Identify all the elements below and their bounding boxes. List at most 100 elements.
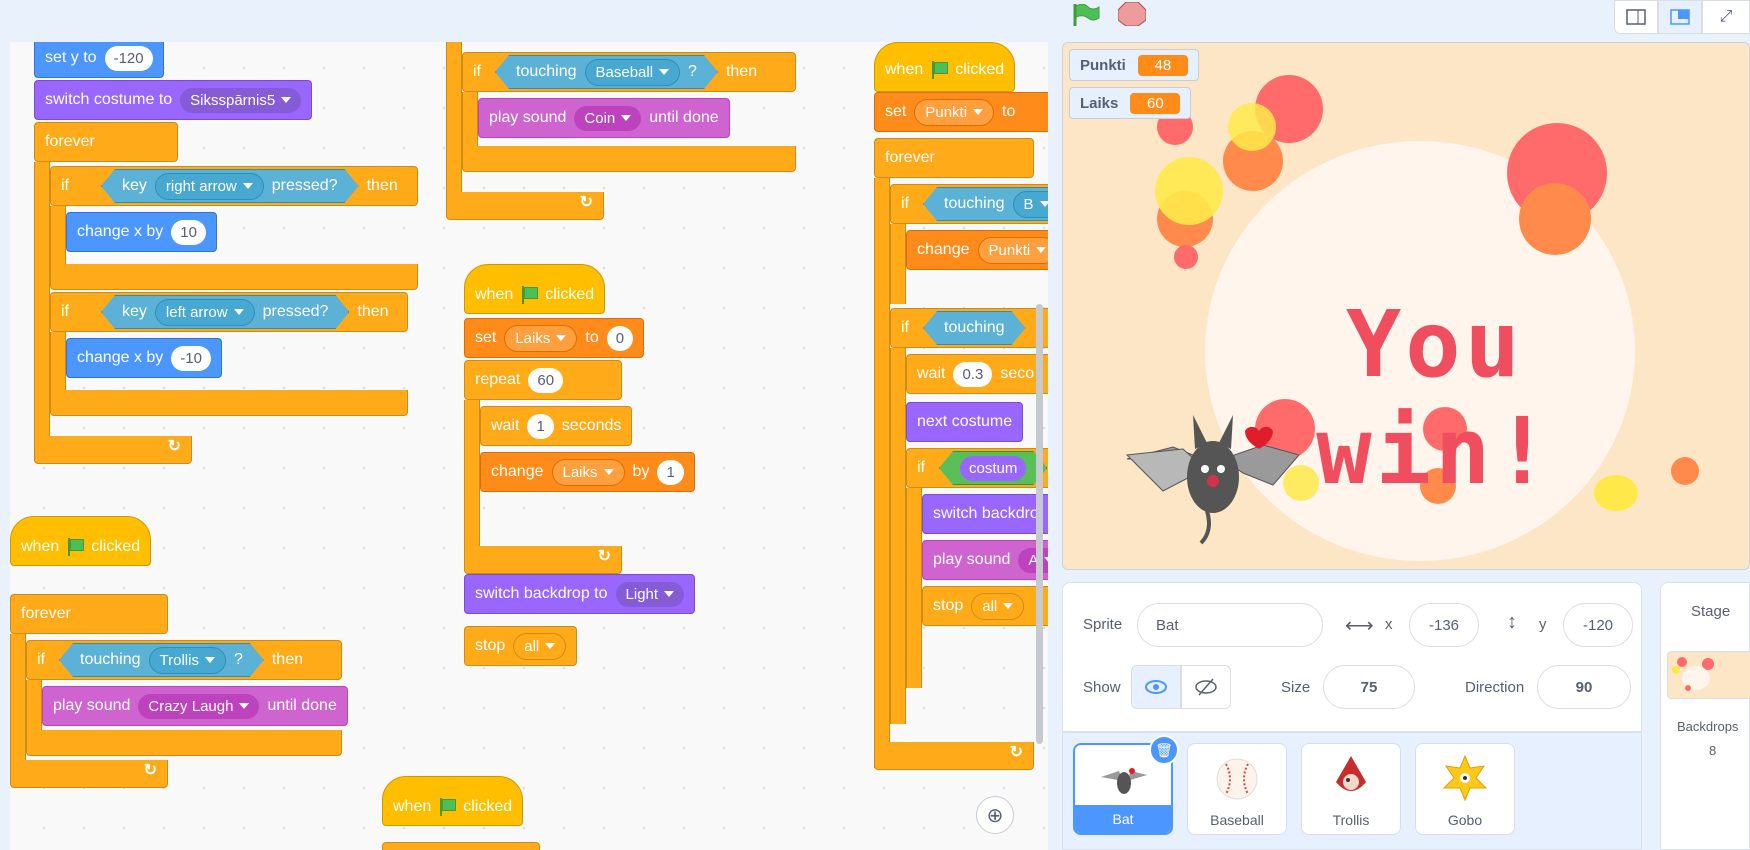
block-label: switch costume to	[45, 91, 173, 108]
size-input[interactable]: 75	[1323, 665, 1415, 709]
when-flag-clicked-block[interactable]: when clicked	[10, 516, 152, 566]
touching-dropdown[interactable]: Baseball	[585, 59, 681, 86]
if-right-block[interactable]: if key right arrow pressed? then	[50, 166, 418, 206]
forever-block[interactable]: forever	[874, 138, 1034, 178]
touching-dropdown[interactable]: Trollis	[149, 647, 226, 674]
show-hidden-button[interactable]	[1181, 665, 1231, 709]
if-touching-block[interactable]: if touching	[890, 308, 1048, 348]
if-costume-block[interactable]: if costum	[906, 448, 1048, 488]
sound-dropdown[interactable]: A	[1018, 547, 1048, 573]
wait-block[interactable]: wait 0.3 seco	[906, 354, 1048, 394]
stop-dropdown[interactable]: all	[971, 592, 1025, 620]
change-x-block[interactable]: change x by -10	[66, 338, 222, 378]
sprite-tile-baseball[interactable]: Baseball	[1187, 743, 1287, 835]
change-variable-block[interactable]: change Laiks by 1	[480, 452, 695, 492]
wait-block[interactable]: wait 1 seconds	[480, 406, 633, 446]
variable-monitor-laiks[interactable]: Laiks 60	[1069, 87, 1192, 119]
large-stage-button[interactable]	[1658, 0, 1702, 34]
variable-monitor-punkti[interactable]: Punkti 48	[1069, 49, 1199, 81]
code-area[interactable]: set y to -120 switch costume to Siksspār…	[10, 42, 1048, 850]
block-label: to	[585, 329, 599, 346]
x-label: x	[1385, 616, 1393, 633]
switch-costume-block[interactable]: switch costume to Siksspārnis5	[34, 80, 313, 120]
block-label: if	[61, 303, 69, 320]
costume-compare-block[interactable]: costum	[939, 451, 1047, 485]
vertical-scrollbar[interactable]	[1036, 304, 1043, 744]
stage[interactable]: You win! Punkti 48 Laiks 60	[1062, 42, 1750, 570]
change-value-input[interactable]: 1	[657, 459, 684, 485]
change-x-block[interactable]: change x by 10	[66, 212, 217, 252]
block-label: if	[61, 177, 69, 194]
change-x-input[interactable]: -10	[171, 345, 211, 371]
sprite-tile-gobo[interactable]: Gobo	[1415, 743, 1515, 835]
set-y-block[interactable]: set y to -120	[34, 42, 164, 78]
touching-block[interactable]: touching Trollis ?	[59, 643, 264, 677]
touching-block[interactable]: touching	[923, 311, 1026, 345]
touching-block[interactable]: touching B	[923, 187, 1048, 221]
costume-dropdown[interactable]: Siksspārnis5	[180, 87, 302, 113]
key-pressed-block[interactable]: key right arrow pressed?	[101, 169, 359, 203]
set-y-input[interactable]: -120	[104, 45, 153, 71]
key-dropdown[interactable]: right arrow	[155, 173, 264, 200]
set-value-input[interactable]: 0	[606, 325, 634, 351]
green-flag-icon[interactable]	[1072, 3, 1100, 26]
repeat-input[interactable]: 60	[528, 367, 564, 393]
stop-icon[interactable]	[1117, 1, 1147, 27]
forever-block[interactable]: forever	[10, 594, 168, 634]
sprite-tile-bat[interactable]: Bat 🗑	[1073, 735, 1179, 835]
touching-block[interactable]: touching Baseball ?	[495, 55, 718, 89]
y-input[interactable]: -120	[1563, 603, 1633, 647]
bat-sprite[interactable]	[1123, 409, 1303, 549]
variable-dropdown[interactable]: Laiks	[504, 324, 578, 352]
sprite-name-input[interactable]: Bat	[1137, 603, 1323, 647]
stop-block[interactable]: stop all	[922, 586, 1048, 626]
key-pressed-block[interactable]: key left arrow pressed?	[101, 295, 349, 329]
set-variable-block[interactable]: set Punkti to	[874, 92, 1048, 132]
switch-backdrop-block[interactable]: switch backdrop to Light	[464, 574, 696, 614]
set-variable-block[interactable]: set Laiks to 0	[464, 318, 645, 358]
x-input[interactable]: -136	[1409, 603, 1479, 647]
change-variable-block[interactable]: change Punkti	[906, 230, 1048, 270]
touching-dropdown[interactable]: B	[1013, 191, 1049, 218]
play-sound-block[interactable]: play sound A	[922, 540, 1048, 580]
if-touching-block[interactable]: if touching B	[890, 184, 1048, 224]
sound-dropdown[interactable]: Coin	[574, 105, 642, 131]
repeat-block[interactable]: repeat 60	[464, 360, 622, 400]
switch-backdrop-block[interactable]: switch backdro	[922, 494, 1048, 534]
play-sound-block[interactable]: play sound Crazy Laugh until done	[42, 686, 348, 726]
stop-block[interactable]: stop all	[464, 626, 578, 666]
if-touching-block[interactable]: if touching Baseball ? then	[462, 52, 796, 92]
sound-dropdown[interactable]: Crazy Laugh	[138, 693, 260, 719]
delete-sprite-button[interactable]: 🗑	[1149, 735, 1179, 765]
backdrop-dropdown[interactable]: Light	[615, 581, 685, 607]
fullscreen-button[interactable]: ⤢	[1702, 0, 1750, 34]
forever-block[interactable]: forever	[382, 842, 540, 850]
direction-input[interactable]: 90	[1537, 665, 1631, 709]
stage-selector-panel[interactable]: Stage Backdrops 8	[1660, 582, 1750, 850]
wait-input[interactable]: 1	[527, 413, 554, 439]
if-touching-block[interactable]: if touching Trollis ? then	[26, 640, 342, 680]
wait-input[interactable]: 0.3	[953, 361, 993, 387]
show-visible-button[interactable]	[1131, 665, 1181, 709]
when-flag-clicked-block[interactable]: when clicked	[464, 264, 606, 314]
forever-arm	[874, 178, 890, 768]
costume-reporter[interactable]: costum	[960, 456, 1026, 481]
sprite-tile-trollis[interactable]: Trollis	[1301, 743, 1401, 835]
zoom-in-button[interactable]: ⊕	[976, 796, 1014, 834]
when-flag-clicked-block[interactable]: when clicked	[874, 42, 1016, 92]
next-costume-block[interactable]: next costume	[906, 402, 1024, 442]
variable-dropdown[interactable]: Laiks	[551, 458, 625, 486]
small-stage-button[interactable]	[1614, 0, 1658, 34]
stage-backdrop-thumbnail[interactable]	[1667, 651, 1750, 699]
variable-dropdown[interactable]: Punkti	[977, 236, 1048, 264]
if-left-block[interactable]: if key left arrow pressed? then	[50, 292, 408, 332]
forever-block[interactable]: forever	[34, 122, 178, 162]
top-bar: ⤢	[0, 0, 1750, 42]
when-flag-clicked-block[interactable]: when clicked	[382, 776, 524, 826]
change-x-input[interactable]: 10	[171, 219, 206, 245]
sprite-label: Sprite	[1083, 616, 1123, 633]
key-dropdown[interactable]: left arrow	[155, 299, 255, 326]
play-sound-block[interactable]: play sound Coin until done	[478, 98, 730, 138]
variable-dropdown[interactable]: Punkti	[914, 98, 995, 126]
stop-dropdown[interactable]: all	[513, 632, 567, 660]
